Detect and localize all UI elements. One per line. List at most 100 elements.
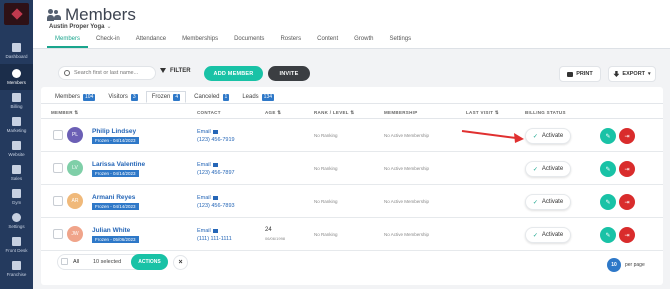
avatar: LV: [67, 160, 83, 176]
exit-icon: ⇥: [624, 166, 630, 173]
header-divider: [33, 48, 670, 49]
remove-button[interactable]: ⇥: [619, 194, 635, 210]
table-row: LV Larissa Valentine Frozen - 04/14/2023…: [41, 152, 663, 185]
export-button[interactable]: EXPORT ▾: [608, 66, 656, 82]
member-name-link[interactable]: Larissa Valentine: [92, 161, 145, 168]
member-name-link[interactable]: Julian White: [92, 227, 130, 234]
edit-button[interactable]: ✎: [600, 227, 616, 243]
rank-level: No Ranking: [314, 166, 338, 171]
subtab-frozen[interactable]: Frozen 4: [145, 91, 187, 103]
table-row: JW Julian White Frozen - 05/06/2023 Emai…: [41, 218, 663, 251]
tab-content[interactable]: Content: [309, 33, 346, 48]
column-header-member[interactable]: MEMBER ⇅: [51, 110, 78, 116]
select-all-label: All: [73, 259, 80, 265]
subtab-visitors[interactable]: Visitors 3: [103, 91, 142, 103]
tab-members[interactable]: Members: [47, 33, 89, 48]
select-all-checkbox[interactable]: [61, 258, 68, 265]
megaphone-icon: [12, 117, 21, 126]
per-page-select[interactable]: 10: [607, 258, 621, 272]
membership: No Active Membership: [384, 199, 430, 204]
email-link[interactable]: Email: [197, 195, 218, 201]
envelope-icon: [212, 162, 218, 167]
download-icon: [613, 71, 620, 77]
row-checkbox[interactable]: [53, 163, 63, 173]
gear-icon: [12, 213, 21, 222]
invite-button[interactable]: INVITE: [268, 66, 310, 81]
sidebar-item-sales[interactable]: Sales: [0, 160, 33, 186]
sidebar-item-settings[interactable]: Settings: [0, 208, 33, 234]
sidebar-item-members[interactable]: Members: [0, 64, 33, 90]
close-icon[interactable]: ×: [173, 255, 188, 270]
column-label: RANK / LEVEL: [314, 110, 349, 115]
column-header-age[interactable]: AGE ⇅: [265, 110, 281, 116]
members-icon: [12, 69, 21, 78]
studio-selector[interactable]: Austin Proper Yoga ⌄: [49, 23, 111, 30]
billing-status-label: Activate: [541, 166, 564, 172]
search-input[interactable]: [74, 70, 154, 76]
exit-icon: ⇥: [624, 199, 630, 206]
brand-logo[interactable]: [4, 3, 29, 25]
column-header-rank[interactable]: RANK / LEVEL ⇅: [314, 110, 354, 116]
edit-button[interactable]: ✎: [600, 161, 616, 177]
export-label: EXPORT: [622, 71, 646, 77]
sidebar-item-marketing[interactable]: Marketing: [0, 112, 33, 138]
filter-button[interactable]: FILTER: [160, 68, 191, 74]
frozen-badge: Frozen - 04/14/2023: [92, 137, 139, 144]
activate-button[interactable]: ✓ Activate: [525, 227, 571, 243]
remove-button[interactable]: ⇥: [619, 161, 635, 177]
subtab-canceled[interactable]: Canceled 1: [189, 91, 234, 103]
actions-button[interactable]: ACTIONS: [131, 254, 168, 270]
title-group: Members: [47, 5, 136, 25]
tab-rosters[interactable]: Rosters: [272, 33, 309, 48]
filter-icon: [160, 68, 166, 74]
avatar: PL: [67, 127, 83, 143]
remove-button[interactable]: ⇥: [619, 128, 635, 144]
envelope-icon: [212, 195, 218, 200]
column-header-billing-status: BILLING STATUS: [525, 110, 566, 115]
membership: No Active Membership: [384, 166, 430, 171]
website-icon: [12, 141, 21, 150]
sidebar-item-franchise[interactable]: Franchise: [0, 256, 33, 282]
remove-button[interactable]: ⇥: [619, 227, 635, 243]
member-name-link[interactable]: Philip Lindsey: [92, 128, 136, 135]
subtab-leads[interactable]: Leads 134: [237, 91, 279, 103]
email-link[interactable]: Email: [197, 129, 218, 135]
add-member-button[interactable]: ADD MEMBER: [204, 66, 263, 81]
email-link[interactable]: Email: [197, 162, 218, 168]
exit-icon: ⇥: [624, 232, 630, 239]
membership: No Active Membership: [384, 232, 430, 237]
sidebar-item-gym[interactable]: Gym: [0, 184, 33, 210]
activate-button[interactable]: ✓ Activate: [525, 161, 571, 177]
print-button[interactable]: PRINT: [559, 66, 601, 82]
subtab-members[interactable]: Members 104: [50, 91, 100, 103]
member-name-link[interactable]: Armani Reyes: [92, 194, 135, 201]
edit-button[interactable]: ✎: [600, 128, 616, 144]
row-checkbox[interactable]: [53, 130, 63, 140]
edit-button[interactable]: ✎: [600, 194, 616, 210]
tab-check-in[interactable]: Check-in: [88, 33, 128, 48]
billing-status-label: Activate: [541, 232, 564, 238]
activate-button[interactable]: ✓ Activate: [525, 194, 571, 210]
email-link[interactable]: Email: [197, 228, 218, 234]
filter-label: FILTER: [170, 68, 191, 74]
tab-attendance[interactable]: Attendance: [128, 33, 174, 48]
avatar: AR: [67, 193, 83, 209]
subtab-label: Canceled: [194, 94, 220, 100]
sidebar-item-billing[interactable]: Billing: [0, 88, 33, 114]
activate-button[interactable]: ✓ Activate: [525, 128, 571, 144]
sidebar-item-front-desk[interactable]: Front Desk: [0, 232, 33, 258]
column-label: AGE: [265, 110, 276, 115]
row-checkbox[interactable]: [53, 229, 63, 239]
frozen-badge: Frozen - 04/14/2023: [92, 203, 139, 210]
count-badge: 1: [222, 93, 230, 101]
row-checkbox[interactable]: [53, 196, 63, 206]
tab-growth[interactable]: Growth: [346, 33, 381, 48]
column-header-last-visit[interactable]: LAST VISIT ⇅: [466, 110, 499, 116]
search-box: [58, 66, 156, 80]
sidebar-item-website[interactable]: Website: [0, 136, 33, 162]
sidebar-item-dashboard[interactable]: Dashboard: [0, 38, 33, 64]
tab-documents[interactable]: Documents: [226, 33, 272, 48]
tab-settings[interactable]: Settings: [381, 33, 419, 48]
email-label: Email: [197, 129, 211, 135]
tab-memberships[interactable]: Memberships: [174, 33, 226, 48]
